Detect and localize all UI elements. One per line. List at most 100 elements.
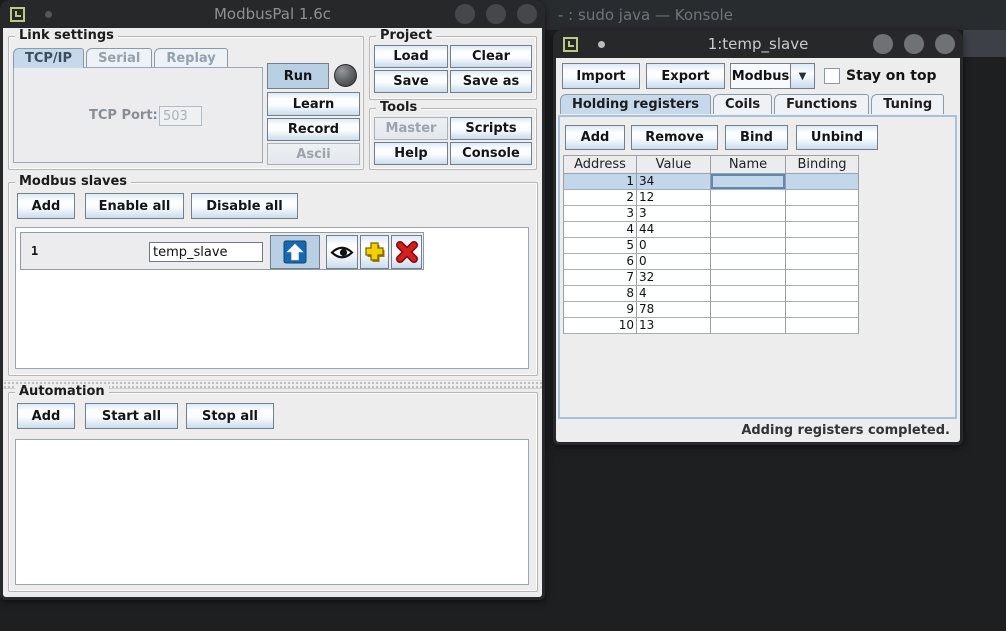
cell-binding[interactable] (786, 270, 859, 286)
cell-value[interactable]: 12 (637, 190, 711, 206)
clear-button[interactable]: Clear (450, 45, 532, 68)
table-row[interactable]: 84 (563, 286, 859, 302)
run-button[interactable]: Run (267, 63, 329, 89)
cell-binding[interactable] (786, 302, 859, 318)
window-control-button[interactable] (486, 4, 506, 24)
slave-row[interactable]: 1 temp_slave (20, 232, 424, 270)
help-button[interactable]: Help (374, 142, 448, 165)
cell-value[interactable]: 3 (637, 206, 711, 222)
table-row[interactable]: 50 (563, 238, 859, 254)
cell-address[interactable]: 5 (563, 238, 637, 254)
tab-coils[interactable]: Coils (713, 94, 772, 114)
show-panel-button[interactable] (326, 235, 358, 269)
import-button[interactable]: Import (562, 63, 640, 89)
cell-name[interactable] (711, 206, 786, 222)
tab-replay[interactable]: Replay (154, 48, 227, 68)
cell-binding[interactable] (786, 286, 859, 302)
stop-all-button[interactable]: Stop all (186, 403, 274, 429)
window-control-button[interactable] (873, 34, 893, 54)
protocol-select[interactable]: Modbus ▼ (730, 63, 815, 89)
cell-name[interactable] (711, 286, 786, 302)
col-value[interactable]: Value (637, 155, 711, 174)
table-row[interactable]: 978 (563, 302, 859, 318)
cell-value[interactable]: 0 (637, 238, 711, 254)
cell-value[interactable]: 32 (637, 270, 711, 286)
window-control-button[interactable] (935, 34, 955, 54)
cell-value[interactable]: 13 (637, 318, 711, 334)
cell-address[interactable]: 7 (563, 270, 637, 286)
slave-name-field[interactable]: temp_slave (149, 242, 263, 262)
enable-all-button[interactable]: Enable all (85, 193, 184, 219)
table-row[interactable]: 444 (563, 222, 859, 238)
save-button[interactable]: Save (374, 70, 448, 93)
tab-tuning[interactable]: Tuning (871, 94, 944, 114)
cell-name[interactable] (711, 190, 786, 206)
remove-register-button[interactable]: Remove (631, 125, 718, 150)
table-row[interactable]: 1013 (563, 318, 859, 334)
tab-functions[interactable]: Functions (774, 94, 869, 114)
cell-address[interactable]: 6 (563, 254, 637, 270)
col-address[interactable]: Address (563, 155, 637, 174)
cell-name[interactable] (711, 270, 786, 286)
table-row[interactable]: 732 (563, 270, 859, 286)
enable-slave-toggle[interactable] (270, 235, 320, 269)
register-table-header[interactable]: Address Value Name Binding (563, 155, 859, 174)
cell-name[interactable] (711, 222, 786, 238)
cell-address[interactable]: 4 (563, 222, 637, 238)
window-control-button[interactable] (517, 4, 537, 24)
modbuspal-titlebar[interactable]: ModbusPal 1.6c (0, 0, 545, 28)
cell-name[interactable] (711, 302, 786, 318)
add-slave-button[interactable]: Add (17, 193, 75, 219)
ascii-button[interactable]: Ascii (267, 143, 360, 165)
cell-value[interactable]: 4 (637, 286, 711, 302)
cell-address[interactable]: 2 (563, 190, 637, 206)
tcp-port-field[interactable]: 503 (159, 106, 202, 126)
window-control-button[interactable] (904, 34, 924, 54)
master-button[interactable]: Master (374, 117, 448, 140)
table-row[interactable]: 33 (563, 206, 859, 222)
cell-value[interactable]: 78 (637, 302, 711, 318)
load-button[interactable]: Load (374, 45, 448, 68)
cell-name[interactable] (711, 174, 786, 190)
save-as-button[interactable]: Save as (450, 70, 532, 93)
cell-name[interactable] (711, 318, 786, 334)
cell-address[interactable]: 10 (563, 318, 637, 334)
cell-binding[interactable] (786, 238, 859, 254)
cell-address[interactable]: 1 (563, 174, 637, 190)
tab-tcpip[interactable]: TCP/IP (13, 48, 84, 68)
col-name[interactable]: Name (711, 155, 786, 174)
cell-binding[interactable] (786, 254, 859, 270)
unbind-button[interactable]: Unbind (796, 125, 878, 150)
table-row[interactable]: 134 (563, 174, 859, 190)
tab-holding-registers[interactable]: Holding registers (560, 94, 711, 114)
scripts-button[interactable]: Scripts (450, 117, 532, 140)
disable-all-button[interactable]: Disable all (191, 193, 298, 219)
cell-binding[interactable] (786, 222, 859, 238)
slave-titlebar[interactable]: 1:temp_slave (553, 30, 963, 58)
col-binding[interactable]: Binding (786, 155, 859, 174)
cell-address[interactable]: 8 (563, 286, 637, 302)
cell-binding[interactable] (786, 174, 859, 190)
cell-name[interactable] (711, 254, 786, 270)
cell-name[interactable] (711, 238, 786, 254)
console-button[interactable]: Console (450, 142, 532, 165)
add-register-button[interactable]: Add (565, 125, 625, 150)
stay-on-top-checkbox[interactable] (824, 68, 840, 84)
tab-serial[interactable]: Serial (86, 48, 152, 68)
cell-address[interactable]: 9 (563, 302, 637, 318)
table-row[interactable]: 60 (563, 254, 859, 270)
table-row[interactable]: 212 (563, 190, 859, 206)
cell-binding[interactable] (786, 190, 859, 206)
cell-value[interactable]: 0 (637, 254, 711, 270)
bind-button[interactable]: Bind (725, 125, 788, 150)
learn-button[interactable]: Learn (267, 92, 360, 116)
cell-value[interactable]: 44 (637, 222, 711, 238)
window-control-button[interactable] (455, 4, 475, 24)
cell-binding[interactable] (786, 318, 859, 334)
cell-value[interactable]: 34 (637, 174, 711, 190)
cell-binding[interactable] (786, 206, 859, 222)
delete-slave-button[interactable] (391, 235, 422, 269)
start-all-button[interactable]: Start all (85, 403, 178, 429)
record-button[interactable]: Record (267, 118, 360, 141)
add-automation-button[interactable]: Add (17, 403, 75, 429)
